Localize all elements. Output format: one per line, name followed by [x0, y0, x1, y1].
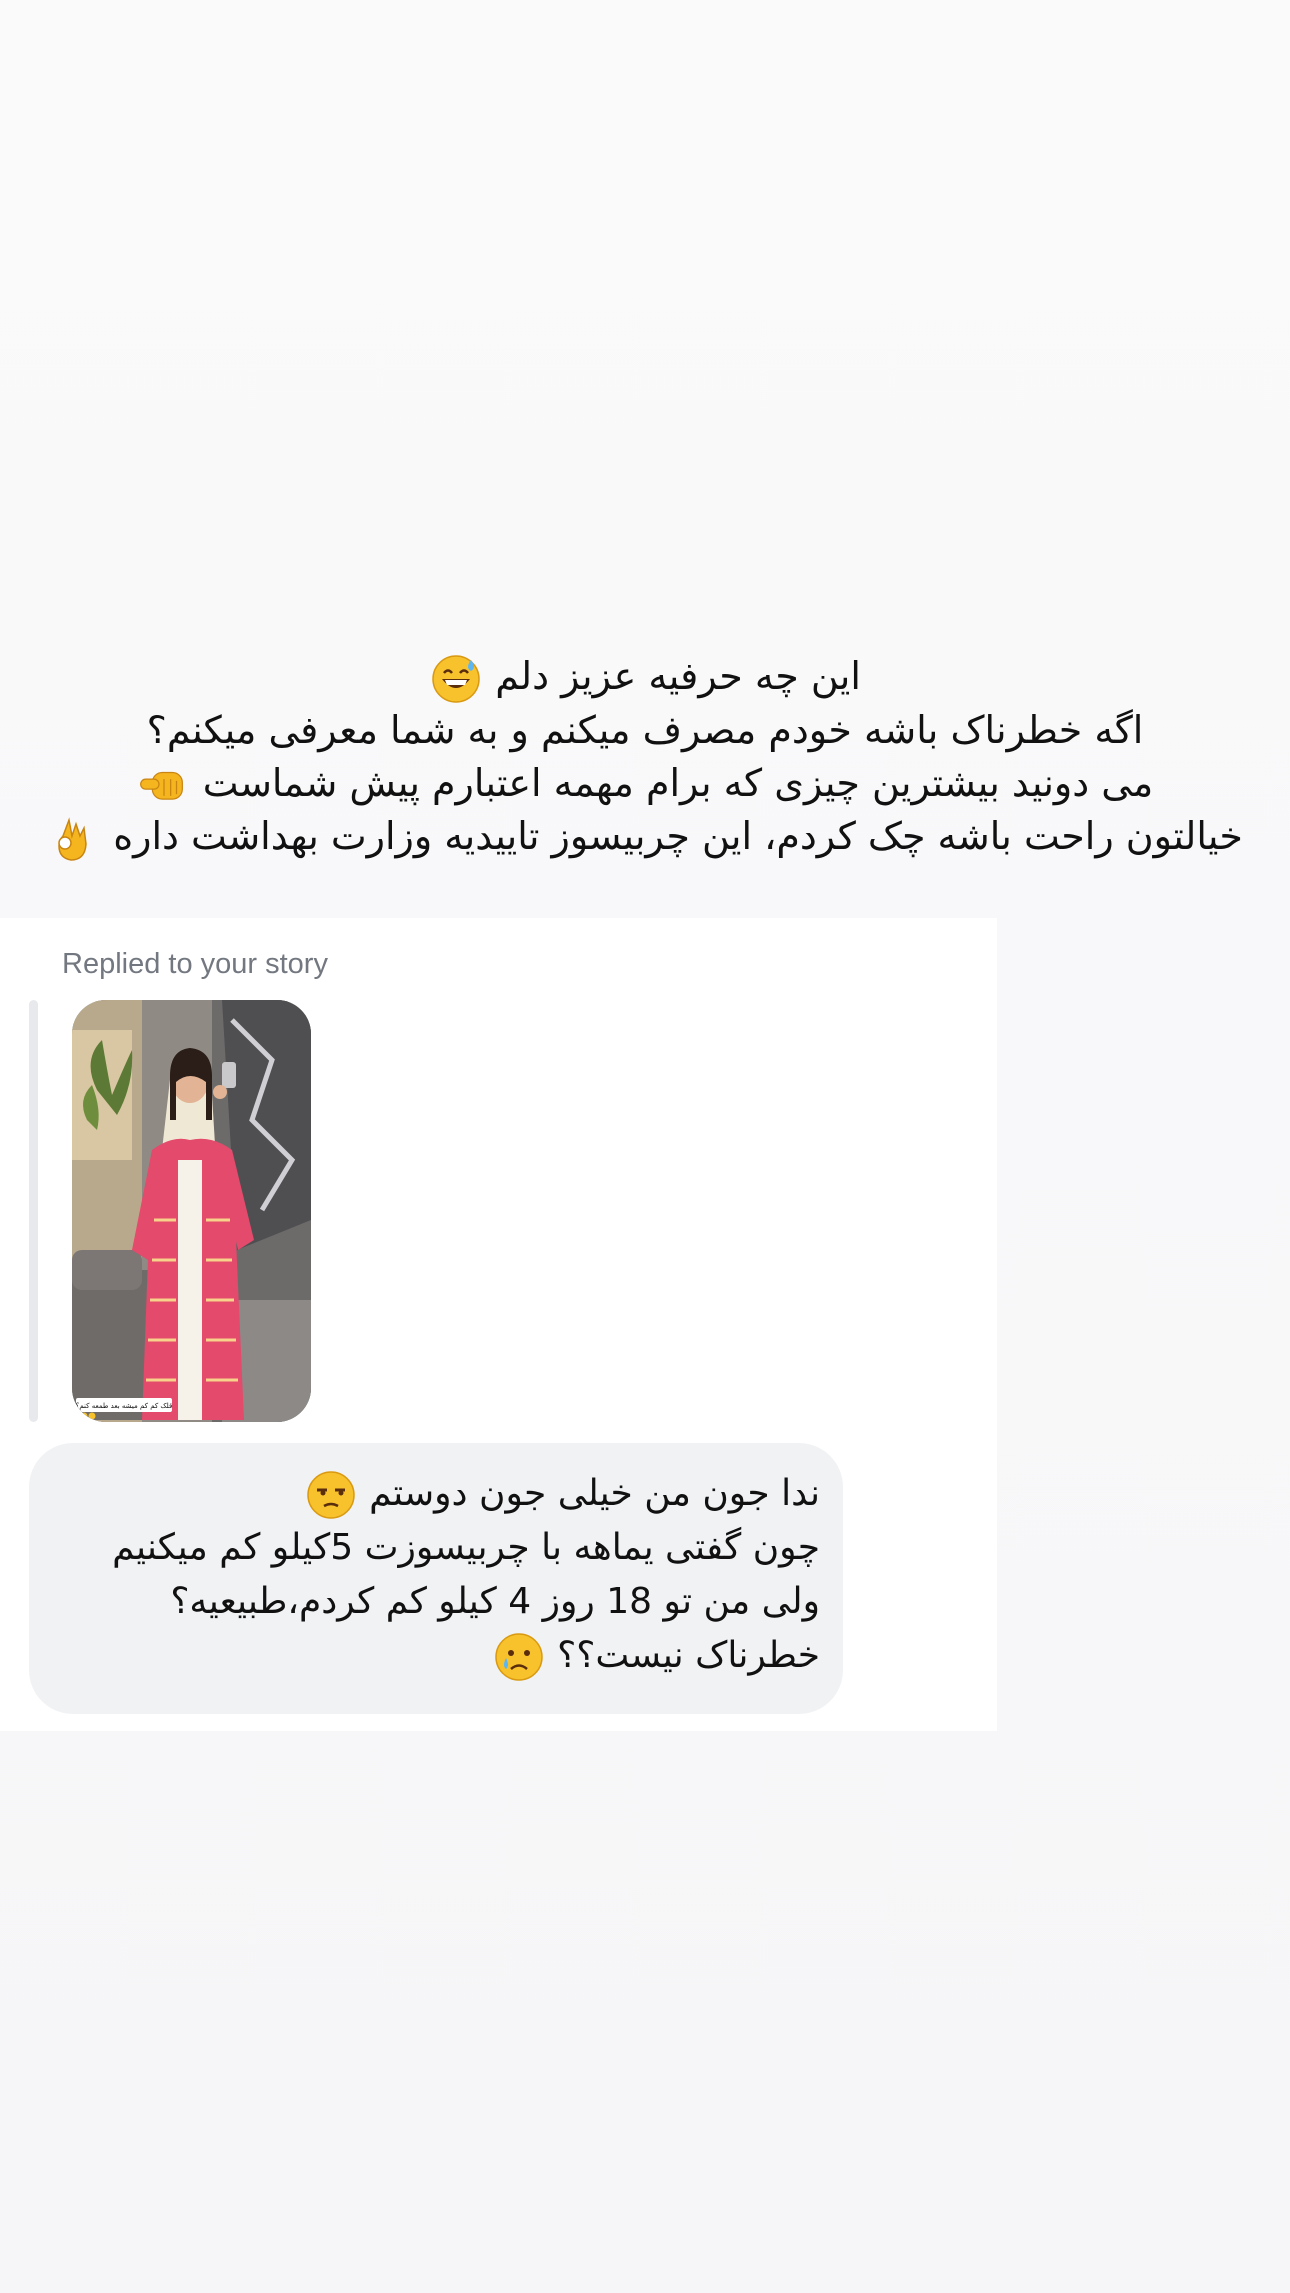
message-line-4: خطرناک نیست؟؟: [60, 1629, 820, 1683]
message-line-3-text: ولی من تو 18 روز 4 کیلو کم کردم،طبیعیه؟: [170, 1581, 820, 1622]
caption-line-3: می دونید بیشترین چیزی که برام مهمه اعتبا…: [40, 757, 1250, 811]
message-text: ندا جون من خیلی جون دوستم چون گفتی یماهه…: [60, 1467, 820, 1683]
story-thumbnail[interactable]: قلک کم کم میشه بعد طمعه کنم؟: [72, 1000, 311, 1422]
ok-hand-emoji-icon: [58, 816, 87, 861]
message-line-2: چون گفتی یماهه با چربیسوزت 5کیلو کم میکن…: [60, 1521, 820, 1575]
caption-line-3-text: می دونید بیشترین چیزی که برام مهمه اعتبا…: [202, 760, 1154, 805]
story-sticker-text: قلک کم کم میشه بعد طمعه کنم؟: [76, 1402, 173, 1410]
message-line-1-text: ندا جون من خیلی جون دوستم: [369, 1473, 820, 1514]
message-line-1: ندا جون من خیلی جون دوستم: [60, 1467, 820, 1521]
message-line-3: ولی من تو 18 روز 4 کیلو کم کردم،طبیعیه؟: [60, 1575, 820, 1629]
crying-face-emoji-icon: [494, 1633, 543, 1681]
story-caption: این چه حرفیه عزیز دلم اگه خطرناک باشه خو…: [40, 650, 1250, 864]
caption-line-4: خیالتون راحت باشه چک کردم، این چربیسوز ت…: [40, 810, 1250, 864]
caption-line-1: این چه حرفیه عزیز دلم: [40, 650, 1250, 704]
replied-to-story-label: Replied to your story: [62, 948, 328, 980]
caption-line-2-text: اگه خطرناک باشه خودم مصرف میکنم و به شما…: [146, 707, 1144, 752]
pointing-fist-emoji-icon: [139, 771, 183, 800]
sweat-smile-emoji-icon: [432, 654, 480, 703]
caption-line-4-text: خیالتون راحت باشه چک کردم، این چربیسوز ت…: [113, 814, 1243, 858]
caption-line-1-text: این چه حرفیه عزیز دلم: [495, 654, 861, 698]
story-reply-screen: این چه حرفیه عزیز دلم اگه خطرناک باشه خو…: [0, 0, 1290, 2293]
caption-line-2: اگه خطرناک باشه خودم مصرف میکنم و به شما…: [40, 704, 1250, 757]
story-thumbnail-image: قلک کم کم میشه بعد طمعه کنم؟: [72, 1000, 311, 1422]
message-line-4-text: خطرناک نیست؟؟: [557, 1635, 820, 1676]
message-line-2-text: چون گفتی یماهه با چربیسوزت 5کیلو کم میکن…: [112, 1527, 820, 1568]
unamused-face-emoji-icon: [306, 1471, 355, 1519]
reply-quote-bar: [29, 1000, 38, 1422]
